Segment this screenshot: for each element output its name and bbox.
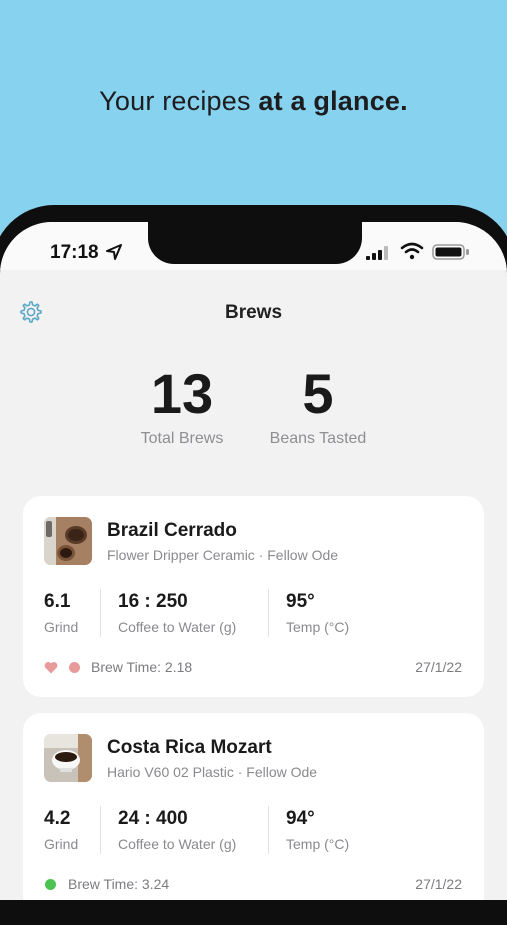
headline-prefix: Your recipes — [99, 86, 259, 116]
brew-date: 27/1/22 — [415, 659, 462, 675]
location-arrow-icon — [106, 244, 122, 260]
status-bar: 17:18 — [0, 222, 507, 270]
divider — [100, 589, 101, 637]
stat-value: 5 — [302, 362, 334, 425]
app-screen: 17:18 Brews 13 Total Brews 5 Beans Taste… — [0, 222, 507, 900]
ratio-label: Coffee to Water (g) — [118, 619, 237, 635]
wifi-icon — [400, 242, 424, 260]
brew-name: Costa Rica Mozart — [107, 737, 272, 758]
status-time: 17:18 — [50, 242, 99, 263]
grind-label: Grind — [44, 619, 79, 635]
brew-time: Brew Time: 2.18 — [91, 659, 193, 675]
brew-name: Brazil Cerrado — [107, 520, 237, 541]
divider — [268, 589, 269, 637]
grind-label: Grind — [44, 836, 79, 852]
brew-equipment: Hario V60 02 Plastic · Fellow Ode — [107, 764, 318, 780]
ratio-value: 16 : 250 — [118, 591, 188, 612]
temp-label: Temp (°C) — [286, 836, 350, 852]
notch — [148, 222, 362, 264]
stat-label: Beans Tasted — [269, 430, 367, 447]
temp-value: 95° — [286, 591, 315, 612]
stat-beans-tasted: 5 Beans Tasted — [258, 362, 378, 448]
brew-card[interactable]: Costa Rica Mozart Hario V60 02 Plastic ·… — [23, 713, 484, 900]
divider — [268, 806, 269, 854]
brew-time: Brew Time: 3.24 — [68, 876, 170, 892]
ratio-label: Coffee to Water (g) — [118, 836, 237, 852]
marketing-headline: Your recipes at a glance. — [0, 86, 507, 117]
brew-date: 27/1/22 — [415, 876, 462, 892]
temp-value: 94° — [286, 808, 315, 829]
temp-label: Temp (°C) — [286, 619, 350, 635]
page-title: Brews — [224, 302, 283, 323]
stat-label: Total Brews — [140, 430, 224, 447]
brew-card[interactable]: Brazil Cerrado Flower Dripper Ceramic · … — [23, 496, 484, 697]
grind-value: 6.1 — [44, 591, 71, 612]
heart-icon[interactable] — [44, 661, 58, 674]
grind-value: 4.2 — [44, 808, 71, 829]
status-dot — [45, 879, 56, 890]
stat-total-brews: 13 Total Brews — [132, 362, 232, 448]
ratio-value: 24 : 400 — [118, 808, 188, 829]
headline-bold: at a glance. — [258, 86, 408, 116]
brew-thumbnail — [44, 517, 92, 565]
stat-value: 13 — [150, 362, 214, 425]
divider — [100, 806, 101, 854]
battery-icon — [432, 244, 469, 260]
status-dot — [69, 662, 80, 673]
brew-thumbnail — [44, 734, 92, 782]
brew-equipment: Flower Dripper Ceramic · Fellow Ode — [107, 547, 339, 563]
signal-icon — [366, 246, 388, 260]
